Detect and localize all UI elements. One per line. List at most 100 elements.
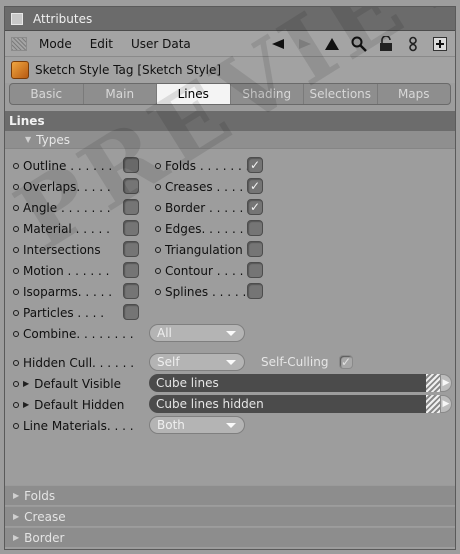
- keyframe-dot-icon[interactable]: [13, 380, 19, 387]
- option-label: Motion . . . . . .: [23, 263, 110, 278]
- keyframe-dot-icon[interactable]: [13, 267, 19, 274]
- checkbox-isoparms[interactable]: [123, 283, 139, 299]
- group-types-label: Types: [36, 132, 70, 147]
- checkbox-folds[interactable]: ✓: [247, 157, 263, 173]
- option-label: Intersections: [23, 242, 101, 257]
- option-label: Splines . . . . . .: [165, 284, 254, 299]
- checkbox-border[interactable]: ✓: [247, 199, 263, 215]
- tab-shading[interactable]: Shading: [231, 84, 304, 104]
- line-materials-value: Both: [157, 418, 185, 432]
- checkbox-particles[interactable]: [123, 304, 139, 320]
- hatch-icon: [426, 395, 440, 413]
- keyframe-dot-icon[interactable]: [155, 225, 161, 232]
- link-arrow-button[interactable]: ▶: [440, 395, 452, 413]
- expand-triangle-icon[interactable]: ▶: [23, 400, 29, 409]
- default-hidden-label: Default Hidden: [34, 397, 125, 412]
- default-hidden-field[interactable]: Cube lines hidden: [149, 395, 426, 413]
- grip-icon[interactable]: [11, 36, 27, 51]
- checkbox-contour[interactable]: [247, 262, 263, 278]
- hidden-cull-value: Self: [157, 355, 180, 369]
- keyframe-dot-icon[interactable]: [155, 183, 161, 190]
- group-folds-label: Folds: [24, 488, 56, 503]
- combine-dropdown[interactable]: All: [149, 324, 245, 342]
- keyframe-dot-icon[interactable]: [13, 246, 19, 253]
- checkbox-angle[interactable]: [123, 199, 139, 215]
- line-materials-dropdown[interactable]: Both: [149, 416, 245, 434]
- collapsed-triangle-icon: ▶: [13, 533, 20, 542]
- checkbox-splines[interactable]: [247, 283, 263, 299]
- keyframe-dot-icon[interactable]: [13, 330, 19, 337]
- checkbox-self-culling[interactable]: ✓: [339, 355, 353, 369]
- keyframe-dot-icon[interactable]: [13, 422, 19, 429]
- tab-maps[interactable]: Maps: [378, 84, 451, 104]
- checkbox-creases[interactable]: ✓: [247, 178, 263, 194]
- tab-basic[interactable]: Basic: [10, 84, 84, 104]
- chevron-down-icon: [226, 423, 236, 428]
- group-types-header[interactable]: ▼ Types: [5, 131, 455, 149]
- option-label: Material . . . . .: [23, 221, 110, 236]
- option-label: Contour . . . . .: [165, 263, 252, 278]
- expand-triangle-icon[interactable]: ▶: [23, 379, 29, 388]
- keyframe-dot-icon[interactable]: [13, 225, 19, 232]
- group-crease-header[interactable]: ▶ Crease: [5, 506, 455, 526]
- section-title: Lines: [5, 111, 455, 131]
- tab-bar: Basic Main Lines Shading Selections Maps: [9, 83, 451, 105]
- tab-selections[interactable]: Selections: [304, 84, 378, 104]
- keyframe-dot-icon[interactable]: [13, 309, 19, 316]
- hatch-icon: [426, 374, 440, 392]
- search-icon[interactable]: [350, 35, 368, 53]
- keyframe-dot-icon[interactable]: [13, 401, 19, 408]
- default-visible-label: Default Visible: [34, 376, 122, 391]
- line-materials-label: Line Materials. . . .: [23, 418, 134, 433]
- menu-edit[interactable]: Edit: [84, 37, 119, 51]
- checkbox-overlaps[interactable]: [123, 178, 139, 194]
- new-panel-icon[interactable]: [431, 35, 449, 53]
- menu-user-data[interactable]: User Data: [125, 37, 197, 51]
- self-culling-label: Self-Culling: [261, 355, 329, 369]
- keyframe-dot-icon[interactable]: [13, 359, 19, 366]
- keyframe-dot-icon[interactable]: [155, 204, 161, 211]
- checkbox-motion[interactable]: [123, 262, 139, 278]
- expanded-triangle-icon: ▼: [25, 135, 32, 144]
- group-folds-header[interactable]: ▶ Folds: [5, 485, 455, 505]
- group-border-label: Border: [24, 530, 65, 545]
- hidden-cull-dropdown[interactable]: Self: [149, 353, 245, 371]
- chevron-down-icon: [226, 331, 236, 336]
- keyframe-dot-icon[interactable]: [13, 162, 19, 169]
- collapsed-triangle-icon: ▶: [13, 512, 20, 521]
- group-border-header[interactable]: ▶ Border: [5, 527, 455, 547]
- checkbox-edges[interactable]: [247, 220, 263, 236]
- keyframe-dot-icon[interactable]: [13, 183, 19, 190]
- back-arrow-icon[interactable]: [269, 35, 287, 53]
- keyframe-dot-icon[interactable]: [155, 162, 161, 169]
- combine-value: All: [157, 326, 172, 340]
- checkbox-triangulation[interactable]: [247, 241, 263, 257]
- checkbox-material[interactable]: [123, 220, 139, 236]
- keyframe-dot-icon[interactable]: [13, 288, 19, 295]
- hidden-cull-label: Hidden Cull. . . . . .: [23, 355, 135, 370]
- option-label: Isoparms. . . . .: [23, 284, 113, 299]
- combine-label: Combine. . . . . . . .: [23, 326, 134, 341]
- option-label: Border . . . . . .: [165, 200, 252, 215]
- option-label: Outline . . . . . .: [23, 158, 113, 173]
- keyframe-dot-icon[interactable]: [155, 288, 161, 295]
- keyframe-dot-icon[interactable]: [13, 204, 19, 211]
- default-visible-field[interactable]: Cube lines: [149, 374, 426, 392]
- link-icon[interactable]: [404, 35, 422, 53]
- chevron-down-icon: [226, 360, 236, 365]
- keyframe-dot-icon[interactable]: [155, 246, 161, 253]
- checkbox-outline[interactable]: [123, 157, 139, 173]
- lock-icon[interactable]: [377, 35, 395, 53]
- checkbox-intersections[interactable]: [123, 241, 139, 257]
- keyframe-dot-icon[interactable]: [155, 267, 161, 274]
- window-icon[interactable]: [11, 12, 23, 25]
- object-title: Sketch Style Tag [Sketch Style]: [35, 63, 222, 77]
- group-crease-label: Crease: [24, 509, 66, 524]
- menu-mode[interactable]: Mode: [33, 37, 78, 51]
- tab-main[interactable]: Main: [84, 84, 157, 104]
- attributes-panel: Attributes Mode Edit User Data Sketch St…: [4, 6, 456, 550]
- tab-lines[interactable]: Lines: [157, 84, 231, 104]
- forward-arrow-icon[interactable]: [296, 35, 314, 53]
- up-arrow-icon[interactable]: [323, 35, 341, 53]
- link-arrow-button[interactable]: ▶: [440, 374, 452, 392]
